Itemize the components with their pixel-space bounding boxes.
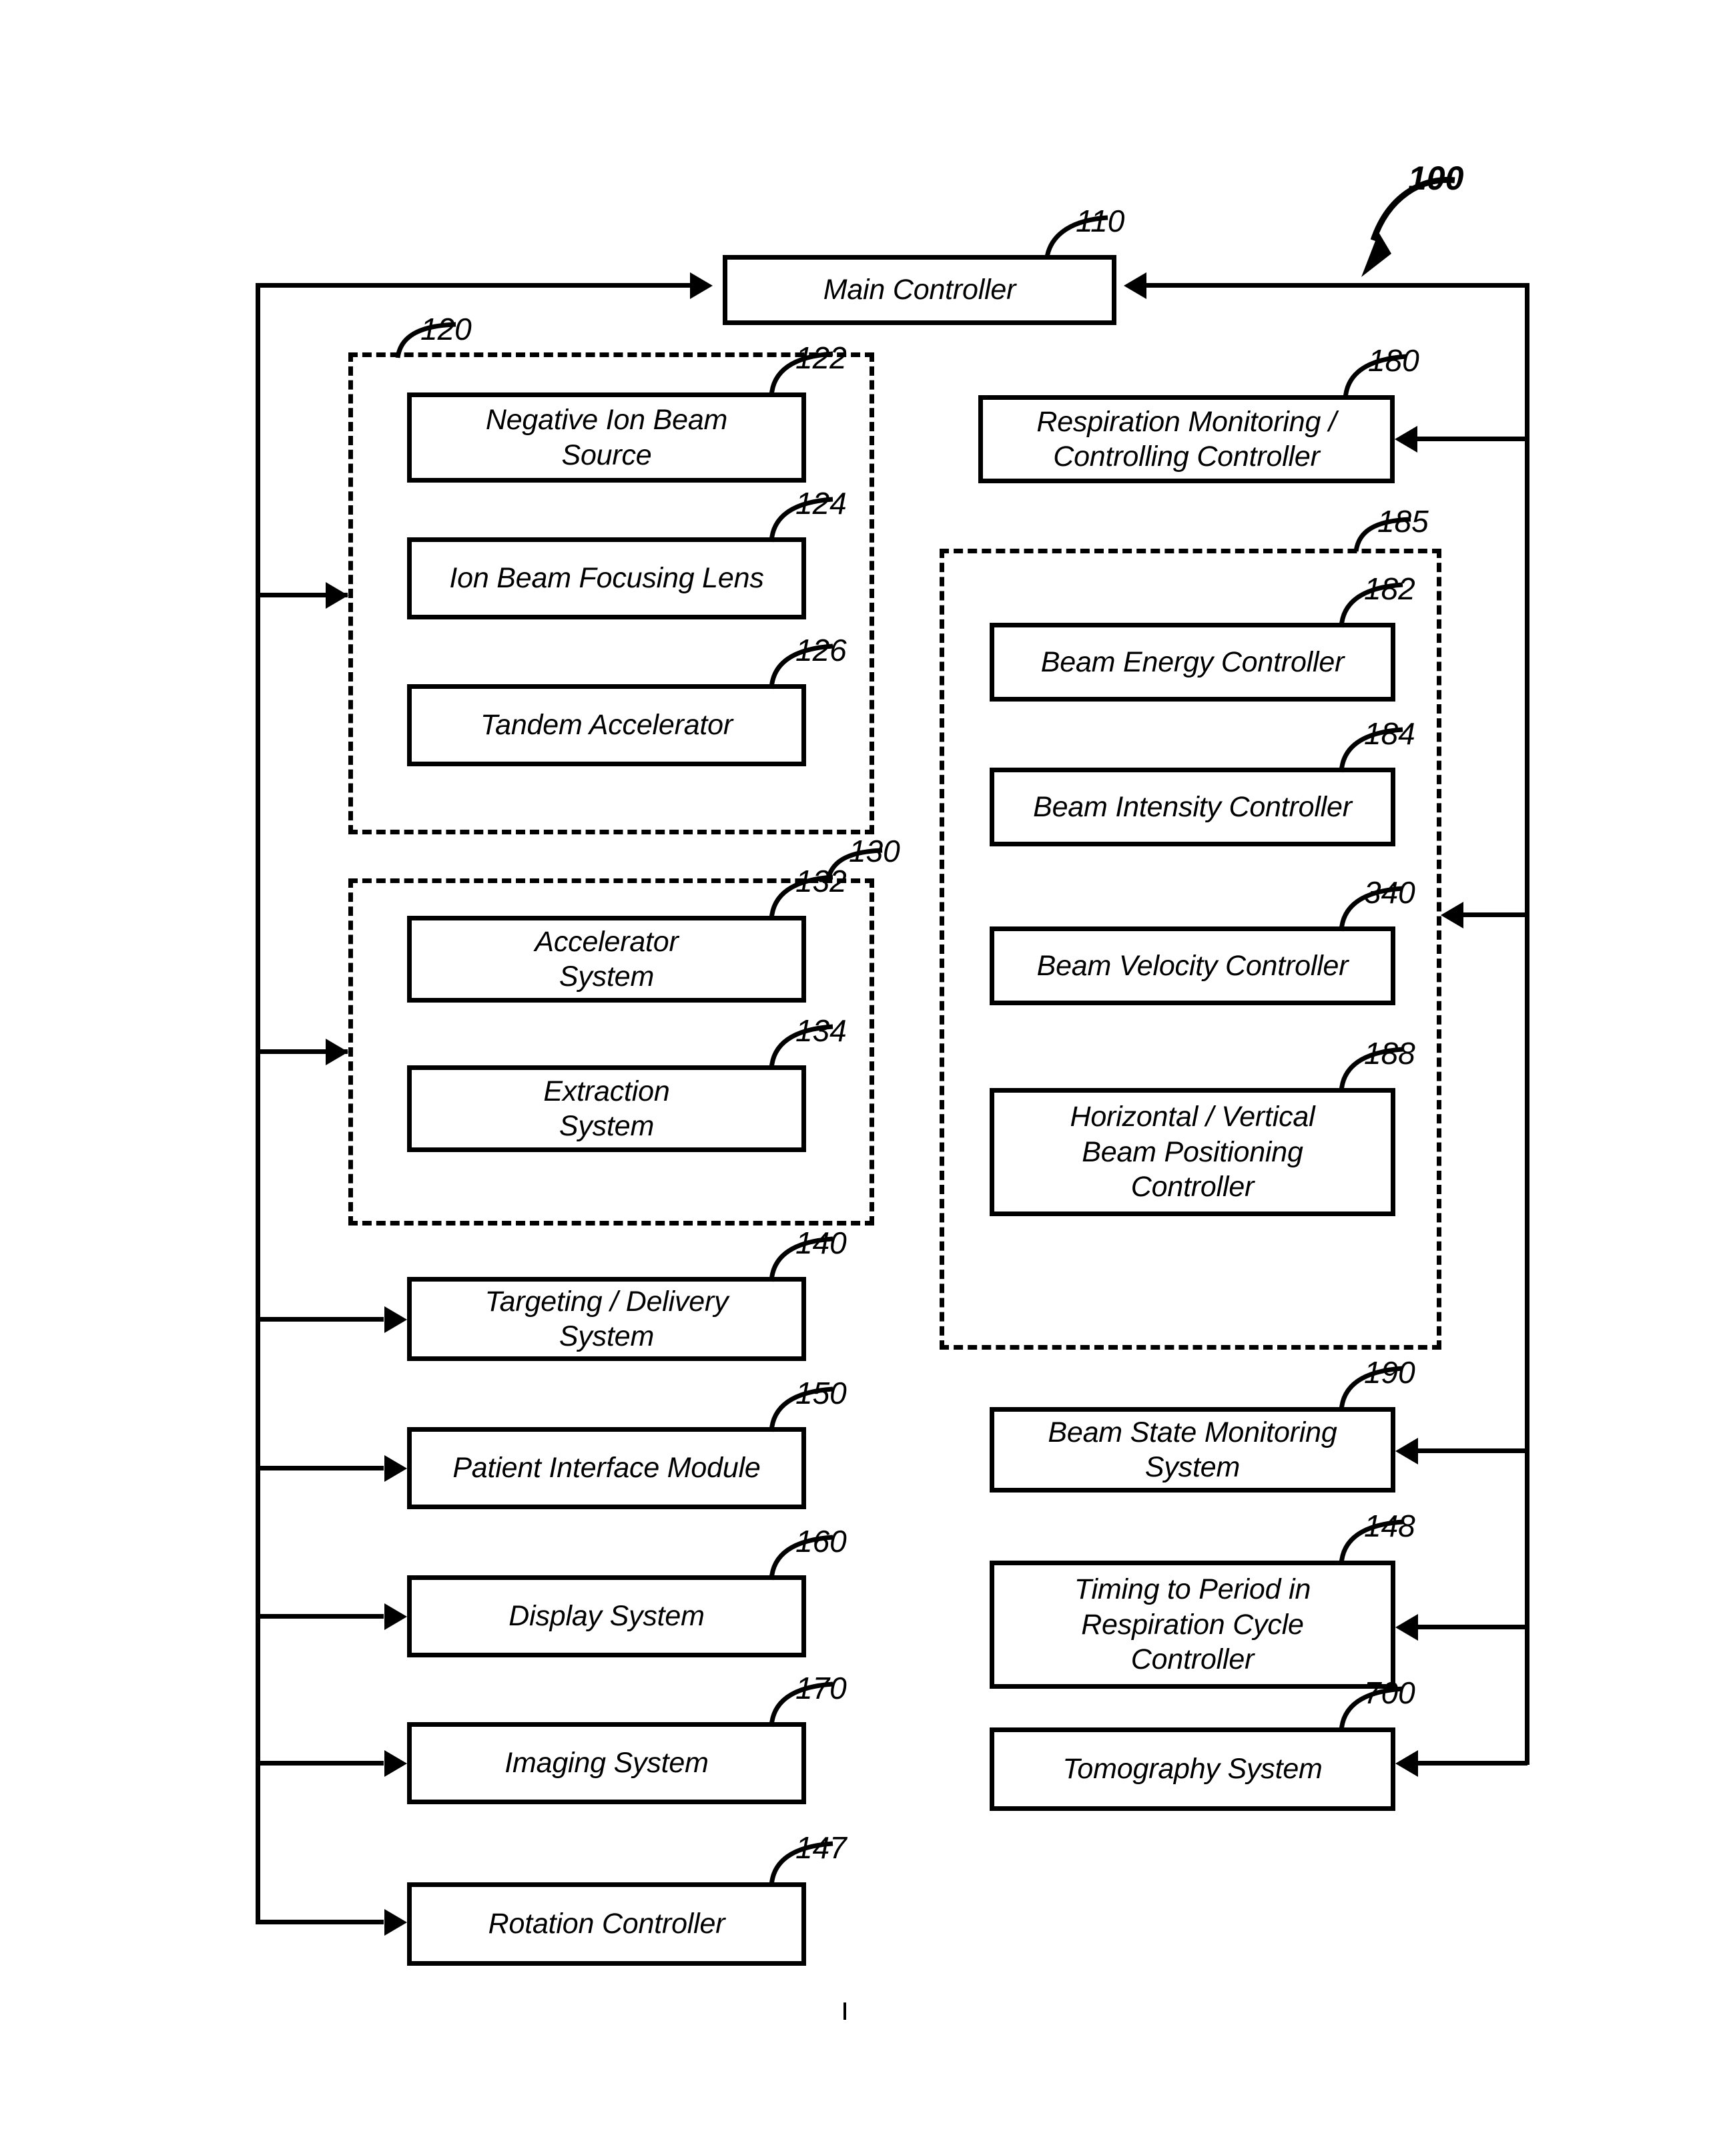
ref-185: 185 <box>1377 504 1429 539</box>
arrow-into-main-controller-left <box>690 272 713 299</box>
beam-state-monitoring-system-box[interactable]: Beam State Monitoring System <box>990 1407 1395 1493</box>
right-bus-vertical <box>1525 283 1529 1765</box>
arrow-into-180 <box>1395 426 1417 453</box>
arrow-into-160 <box>384 1603 407 1630</box>
ion-beam-focusing-lens-box[interactable]: Ion Beam Focusing Lens <box>407 537 806 619</box>
targeting-delivery-system-box[interactable]: Targeting / Delivery System <box>407 1277 806 1361</box>
bus-branch-to-148 <box>1418 1625 1527 1629</box>
ref-100: 100 <box>1408 160 1464 197</box>
ref-110: 110 <box>1076 204 1125 238</box>
arrow-into-main-controller-right <box>1124 272 1146 299</box>
ref-150: 150 <box>795 1376 847 1410</box>
bus-branch-to-140 <box>256 1317 384 1322</box>
main-controller-box[interactable]: Main Controller <box>723 255 1116 325</box>
bus-branch-to-180 <box>1417 437 1527 441</box>
ref-126: 126 <box>795 633 847 667</box>
ref-148: 148 <box>1364 1509 1415 1543</box>
ref-147: 147 <box>795 1830 847 1865</box>
imaging-system-box[interactable]: Imaging System <box>407 1722 806 1804</box>
extraction-system-box[interactable]: Extraction System <box>407 1065 806 1152</box>
ref-140: 140 <box>795 1226 847 1260</box>
ref-182: 182 <box>1364 571 1415 606</box>
ref-340: 340 <box>1364 875 1415 910</box>
ref-134: 134 <box>795 1013 847 1048</box>
respiration-monitoring-controller-box[interactable]: Respiration Monitoring / Controlling Con… <box>978 395 1395 483</box>
patient-interface-module-box[interactable]: Patient Interface Module <box>407 1427 806 1509</box>
tomography-system-box[interactable]: Tomography System <box>990 1727 1395 1811</box>
negative-ion-beam-source-box[interactable]: Negative Ion Beam Source <box>407 392 806 483</box>
ref-180: 180 <box>1368 343 1419 378</box>
arrow-into-147 <box>384 1909 407 1936</box>
beam-intensity-controller-box[interactable]: Beam Intensity Controller <box>990 768 1395 846</box>
beam-velocity-controller-box[interactable]: Beam Velocity Controller <box>990 926 1395 1005</box>
accelerator-system-box[interactable]: Accelerator System <box>407 916 806 1003</box>
ref-160: 160 <box>795 1524 847 1559</box>
right-bus-top-to-main <box>1146 283 1529 288</box>
ref-700: 700 <box>1364 1675 1415 1710</box>
arrow-into-group-130 <box>326 1039 348 1065</box>
rotation-controller-box[interactable]: Rotation Controller <box>407 1882 806 1966</box>
beam-energy-controller-box[interactable]: Beam Energy Controller <box>990 623 1395 702</box>
page-artifact-tick <box>843 2002 846 2020</box>
ref-130: 130 <box>849 834 900 868</box>
bus-branch-to-190 <box>1418 1448 1527 1453</box>
ref-190: 190 <box>1364 1355 1415 1390</box>
ref-122: 122 <box>795 340 847 375</box>
bus-branch-to-147 <box>256 1920 384 1924</box>
bus-branch-to-group-185 <box>1463 912 1527 917</box>
ref-132: 132 <box>795 864 847 898</box>
ref-170: 170 <box>795 1671 847 1705</box>
ref-184: 184 <box>1364 716 1415 751</box>
left-bus-vertical <box>256 283 260 1922</box>
arrow-into-150 <box>384 1455 407 1482</box>
tandem-accelerator-box[interactable]: Tandem Accelerator <box>407 684 806 766</box>
ref-124: 124 <box>795 486 847 521</box>
bus-branch-to-170 <box>256 1761 384 1766</box>
bus-branch-to-160 <box>256 1614 384 1619</box>
arrow-into-148 <box>1395 1614 1418 1641</box>
left-bus-top-to-main <box>256 283 696 288</box>
arrow-into-170 <box>384 1750 407 1777</box>
arrow-into-group-120 <box>326 582 348 609</box>
arrow-into-700 <box>1395 1750 1418 1777</box>
bus-branch-to-150 <box>256 1466 384 1470</box>
bus-branch-to-700 <box>1418 1761 1527 1766</box>
arrow-into-140 <box>384 1306 407 1333</box>
horizontal-vertical-beam-positioning-controller-box[interactable]: Horizontal / Vertical Beam Positioning C… <box>990 1088 1395 1216</box>
ref-188: 188 <box>1364 1036 1415 1071</box>
arrow-into-190 <box>1395 1438 1418 1464</box>
ref-120: 120 <box>420 312 472 346</box>
arrow-into-group-185 <box>1441 902 1463 928</box>
patent-figure-canvas: 100 110 Main Controller 120 Negative Ion… <box>0 0 1713 2156</box>
timing-to-period-respiration-cycle-controller-box[interactable]: Timing to Period in Respiration Cycle Co… <box>990 1561 1395 1689</box>
display-system-box[interactable]: Display System <box>407 1575 806 1657</box>
